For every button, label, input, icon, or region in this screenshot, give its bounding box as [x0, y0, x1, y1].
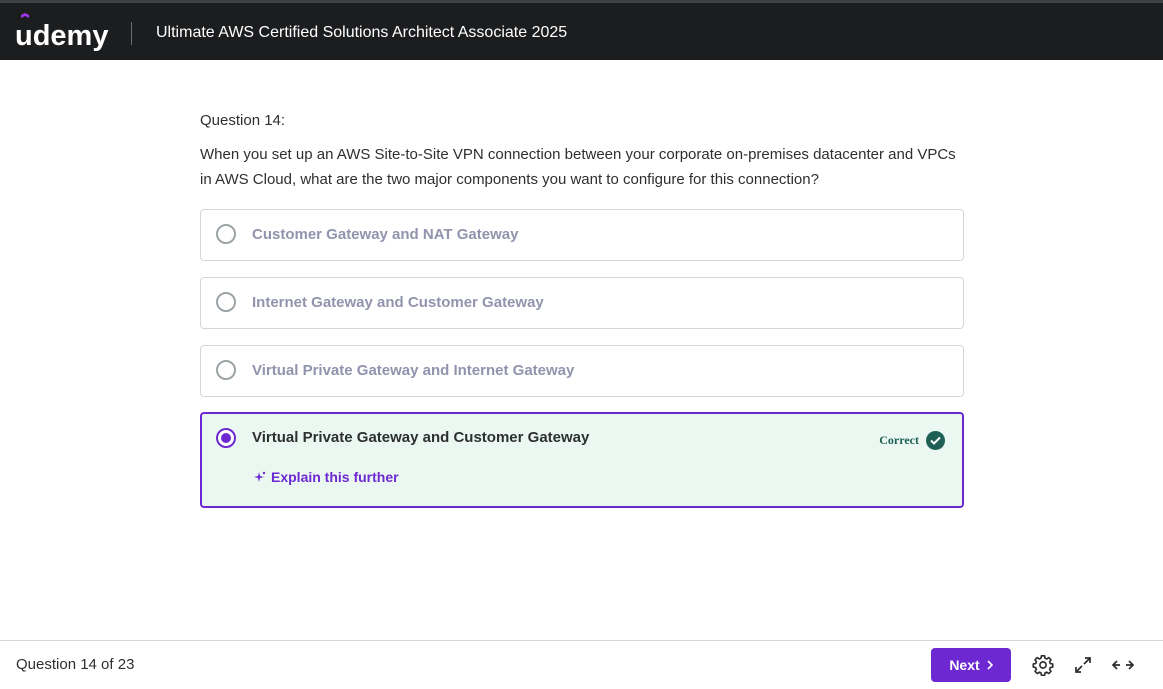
radio-button[interactable]	[216, 292, 236, 312]
explain-further-link[interactable]: Explain this further	[254, 469, 399, 485]
check-circle-icon	[926, 431, 945, 450]
next-button-label: Next	[949, 657, 980, 673]
header-divider	[131, 22, 132, 45]
answer-option-1[interactable]: Customer Gateway and NAT Gateway	[200, 209, 964, 261]
sparkle-icon	[254, 471, 266, 482]
correct-label: Correct	[879, 433, 919, 447]
gear-icon[interactable]	[1031, 653, 1055, 677]
answer-option-label: Customer Gateway and NAT Gateway	[252, 226, 519, 243]
question-text: When you set up an AWS Site-to-Site VPN …	[200, 146, 956, 188]
answer-option-3[interactable]: Virtual Private Gateway and Internet Gat…	[200, 345, 964, 397]
answer-option-2[interactable]: Internet Gateway and Customer Gateway	[200, 277, 964, 329]
explain-further-label: Explain this further	[271, 469, 399, 485]
correct-badge: Correct	[879, 431, 945, 450]
answer-option-label: Internet Gateway and Customer Gateway	[252, 294, 544, 311]
answer-option-label: Virtual Private Gateway and Internet Gat…	[252, 362, 575, 379]
bottom-bar: Question 14 of 23 Next	[0, 640, 1163, 689]
chevron-right-icon	[987, 660, 993, 670]
radio-button[interactable]	[216, 360, 236, 380]
question-number: Question 14:	[200, 112, 286, 129]
radio-button-selected[interactable]	[216, 428, 236, 448]
course-title[interactable]: Ultimate AWS Certified Solutions Archite…	[156, 23, 567, 43]
udemy-logo[interactable]: udemy	[15, 13, 109, 51]
answer-option-label: Virtual Private Gateway and Customer Gat…	[252, 429, 590, 446]
horizontal-arrows-icon[interactable]	[1111, 653, 1135, 677]
radio-button[interactable]	[216, 224, 236, 244]
question-progress: Question 14 of 23	[16, 656, 135, 673]
svg-text:udemy: udemy	[15, 20, 108, 51]
expand-icon[interactable]	[1071, 653, 1095, 677]
answer-option-4[interactable]: Virtual Private Gateway and Customer Gat…	[200, 412, 964, 508]
next-button[interactable]: Next	[931, 648, 1011, 682]
top-bar: udemy Ultimate AWS Certified Solutions A…	[0, 0, 1163, 60]
